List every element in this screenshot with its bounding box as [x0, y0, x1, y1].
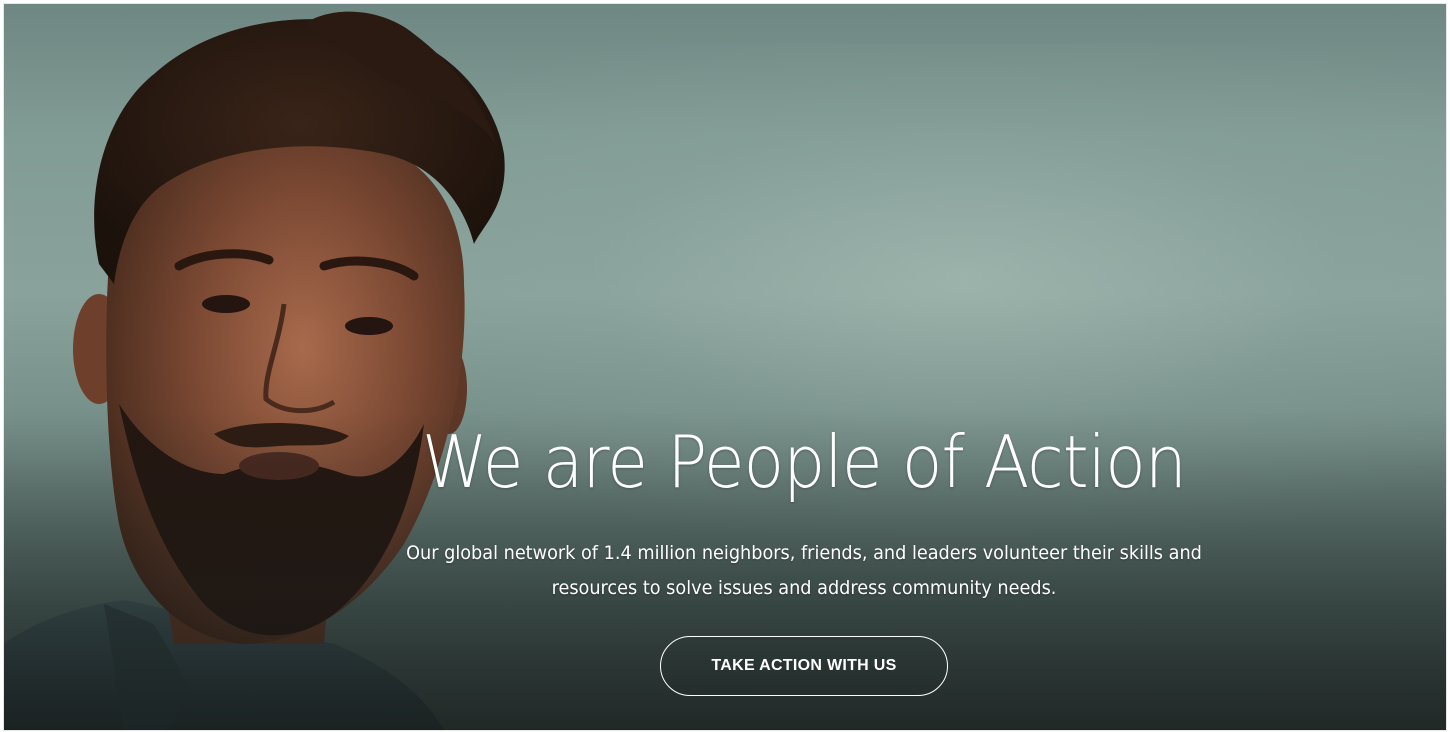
hero-title: We are People of Action [422, 420, 1187, 504]
hero-subtitle: Our global network of 1.4 million neighb… [390, 536, 1218, 606]
hero-banner: We are People of Action Our global netwo… [3, 3, 1447, 731]
hero-content: We are People of Action Our global netwo… [304, 414, 1304, 696]
hero-subtitle-line-1: Our global network of 1.4 million neighb… [406, 542, 1202, 564]
take-action-button[interactable]: TAKE ACTION WITH US [660, 636, 948, 696]
hero-subtitle-line-2: resources to solve issues and address co… [551, 577, 1057, 599]
cta-container: TAKE ACTION WITH US [304, 636, 1304, 696]
